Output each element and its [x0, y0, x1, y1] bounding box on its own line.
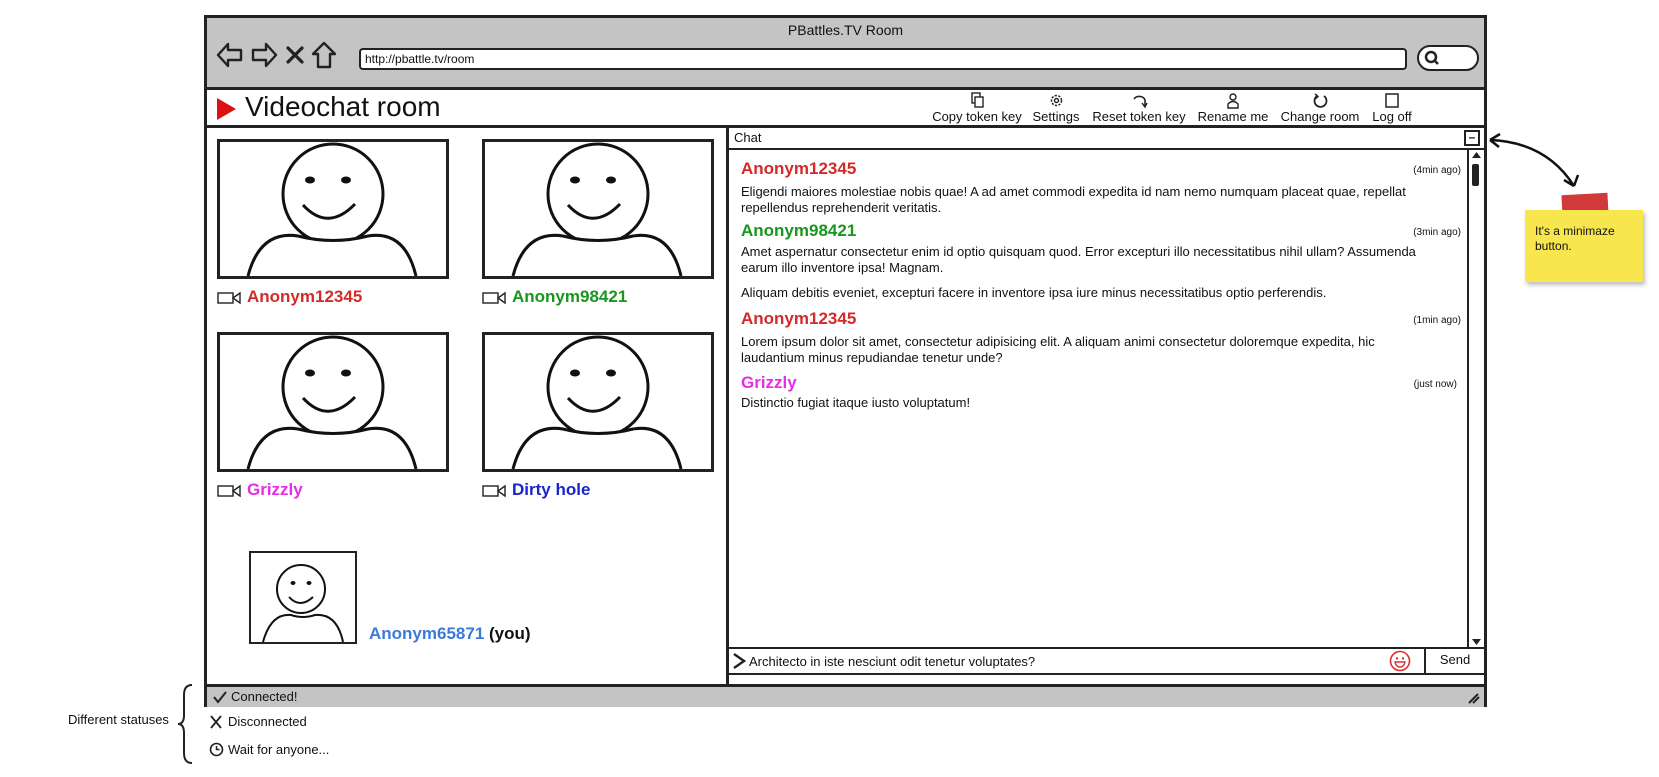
message-text: Aliquam debitis eveniet, excepturi facer…: [741, 285, 1327, 300]
copy-icon: [971, 92, 984, 108]
smiley-avatar-icon: [511, 142, 683, 276]
status-disconnected-label: Disconnected: [228, 714, 307, 729]
message-text: Eligendi maiores molestiae nobis quae! A…: [741, 184, 1406, 215]
chat-input-row: Send: [729, 647, 1484, 675]
minimize-button[interactable]: –: [1464, 130, 1480, 146]
search-icon: [1424, 50, 1439, 65]
message-author: Anonym12345: [741, 159, 857, 178]
status-wait-label: Wait for anyone...: [228, 742, 330, 757]
search-box[interactable]: [1417, 45, 1479, 71]
message-text: Amet aspernatur consectetur enim id opti…: [741, 244, 1416, 275]
back-arrow-icon[interactable]: [215, 40, 245, 70]
play-icon: [217, 98, 236, 120]
reset-token-key-label: Reset token key: [1092, 109, 1186, 124]
smiley-avatar-icon: [262, 564, 344, 642]
self-video-frame[interactable]: [249, 551, 357, 644]
change-room-label: Change room: [1280, 109, 1360, 124]
message-time: (just now): [1413, 379, 1457, 390]
message-time: (1min ago): [1413, 315, 1461, 326]
log-off-button[interactable]: Log off: [1367, 92, 1417, 126]
refresh-icon: [1313, 93, 1327, 108]
emoji-icon[interactable]: [1389, 650, 1411, 672]
camera-icon: [217, 484, 241, 498]
close-icon[interactable]: [283, 40, 307, 70]
camera-icon: [482, 484, 506, 498]
resize-grip-icon[interactable]: [1466, 691, 1480, 704]
user-icon: [1227, 93, 1239, 109]
message-time: (4min ago): [1413, 165, 1461, 176]
chat-title: Chat: [734, 130, 762, 145]
participant-name: Anonym98421: [512, 287, 628, 306]
participant-name: Anonym12345: [247, 287, 363, 306]
smiley-avatar-icon: [246, 142, 418, 276]
checkbox-icon: [1385, 93, 1399, 108]
message-time: (3min ago): [1413, 227, 1461, 238]
message-author: Anonym12345: [741, 309, 857, 328]
gear-icon: [1050, 94, 1062, 107]
smiley-avatar-icon: [511, 335, 683, 469]
copy-token-key-button[interactable]: Copy token key: [931, 92, 1023, 126]
camera-icon: [482, 291, 506, 305]
window-title: PBattles.TV Room: [787, 22, 904, 38]
prompt-chevron-icon: [733, 653, 746, 669]
participant-name: Dirty hole: [512, 480, 591, 499]
curly-brace-icon: [177, 684, 193, 764]
self-suffix: (you): [489, 624, 531, 643]
app-header: Videochat room Copy token key Settings R…: [207, 90, 1484, 128]
chat-messages: Anonym12345 (4min ago) Eligendi maiores …: [729, 150, 1467, 647]
statuses-annotation-label: Different statuses: [68, 712, 169, 727]
status-bar: Connected!: [207, 684, 1484, 707]
log-off-label: Log off: [1372, 109, 1412, 124]
participant-name: Grizzly: [247, 480, 303, 499]
video-panel: Anonym12345 Anonym98421 Grizzly Dirty ho…: [207, 128, 729, 684]
chat-scrollbar[interactable]: [1467, 150, 1484, 647]
smiley-avatar-icon: [246, 335, 418, 469]
clock-icon: [209, 742, 224, 757]
self-participant-label: Anonym65871 (you): [369, 624, 531, 644]
send-button[interactable]: Send: [1424, 649, 1484, 673]
settings-button[interactable]: Settings: [1027, 92, 1085, 126]
message-author: Anonym98421: [741, 221, 857, 240]
message-text: Distinctio fugiat itaque iusto voluptatu…: [741, 395, 971, 410]
url-bar[interactable]: http://pbattle.tv/room: [359, 48, 1407, 70]
connection-status: Connected!: [231, 689, 298, 704]
self-name: Anonym65871: [369, 624, 485, 643]
video-frame: [217, 332, 449, 472]
rename-me-button[interactable]: Rename me: [1195, 92, 1271, 126]
sticky-note: It's a minimaze button.: [1525, 210, 1643, 282]
chat-message-input[interactable]: [749, 649, 1349, 673]
settings-label: Settings: [1032, 109, 1080, 124]
annotation-arrow-icon: [1489, 132, 1580, 188]
change-room-button[interactable]: Change room: [1279, 92, 1361, 126]
home-icon[interactable]: [309, 40, 339, 70]
rename-me-label: Rename me: [1197, 109, 1269, 124]
message-author: Grizzly: [741, 373, 797, 392]
reset-token-key-button[interactable]: Reset token key: [1091, 92, 1187, 126]
video-frame: [217, 139, 449, 279]
chat-panel: Chat – Anonym12345 (4min ago) Eligendi m…: [729, 128, 1484, 684]
forward-arrow-icon[interactable]: [249, 40, 279, 70]
browser-chrome: PBattles.TV Room http://pbattle.tv/room: [207, 18, 1484, 90]
scroll-up-icon[interactable]: [1471, 151, 1482, 159]
redo-icon: [1132, 95, 1148, 109]
copy-token-key-label: Copy token key: [932, 109, 1022, 124]
browser-window: PBattles.TV Room http://pbattle.tv/room …: [204, 15, 1487, 707]
x-icon: [210, 715, 222, 729]
chat-header: Chat –: [729, 128, 1484, 150]
page-title: Videochat room: [245, 91, 441, 122]
video-frame: [482, 139, 714, 279]
video-frame: [482, 332, 714, 472]
check-icon: [213, 691, 227, 704]
scroll-down-icon[interactable]: [1471, 638, 1482, 646]
message-text: Lorem ipsum dolor sit amet, consectetur …: [741, 334, 1375, 365]
camera-icon: [217, 291, 241, 305]
scroll-thumb[interactable]: [1472, 164, 1479, 186]
